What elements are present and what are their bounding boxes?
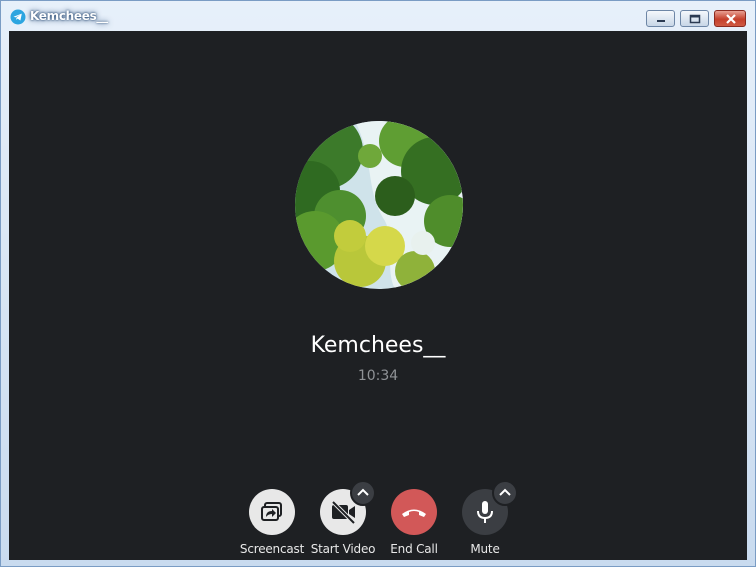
minimize-icon: [657, 20, 665, 22]
call-window: Kemchees__ Kemchees__ 10:34 Screencast S…: [0, 0, 756, 567]
contact-avatar: [295, 121, 463, 289]
mute-button[interactable]: [462, 480, 518, 535]
mute-label: Mute: [470, 542, 500, 556]
title-bar[interactable]: Kemchees__: [1, 1, 755, 31]
close-icon: [726, 14, 736, 24]
restore-icon: [689, 14, 701, 24]
screencast-button[interactable]: [249, 489, 295, 535]
window-title: Kemchees__: [30, 9, 108, 23]
telegram-icon: [10, 9, 26, 25]
phone-hangup-icon: [402, 509, 426, 517]
screencast-label: Screencast: [239, 542, 305, 556]
audio-settings-button[interactable]: [492, 480, 518, 506]
start-video-label: Start Video: [310, 542, 376, 556]
chevron-up-icon: [357, 488, 369, 496]
start-video-button[interactable]: [320, 480, 376, 535]
call-panel: Kemchees__ 10:34 Screencast Start Video …: [9, 31, 747, 560]
screencast-control: Screencast: [232, 489, 312, 556]
screencast-icon: [261, 502, 282, 521]
end-call-control: End Call: [374, 489, 454, 556]
contact-name: Kemchees__: [310, 333, 446, 358]
mute-control: Mute: [445, 480, 525, 556]
maximize-button[interactable]: [680, 10, 709, 27]
close-button[interactable]: [714, 10, 746, 27]
call-duration: 10:34: [357, 368, 399, 384]
video-control: Start Video: [303, 480, 383, 556]
end-call-button[interactable]: [391, 489, 437, 535]
minimize-button[interactable]: [646, 10, 675, 27]
chevron-up-icon: [499, 488, 511, 496]
end-call-label: End Call: [390, 542, 438, 556]
video-settings-button[interactable]: [350, 480, 376, 506]
